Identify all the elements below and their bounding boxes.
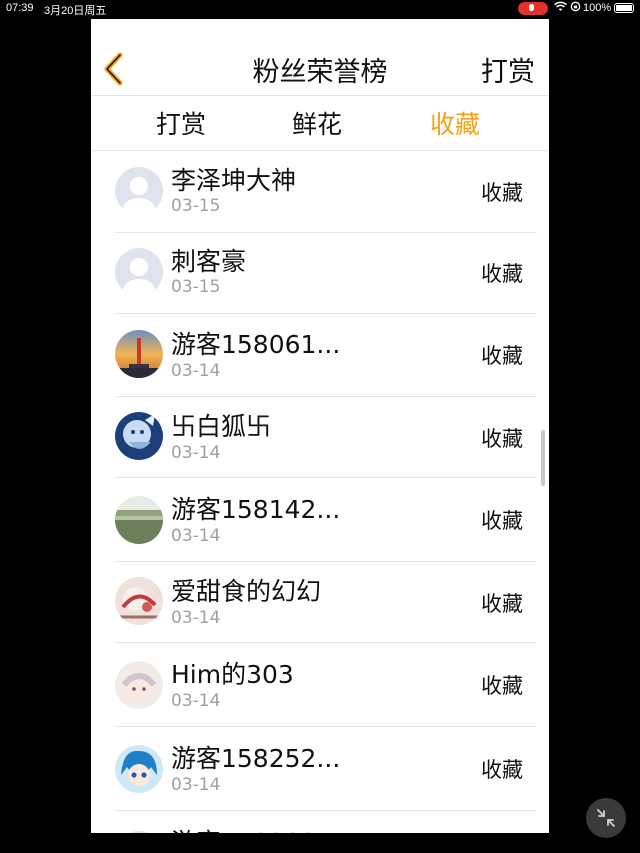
collapse-arrows-icon (597, 809, 615, 827)
list-item[interactable]: 游客158282 (91, 811, 549, 833)
list-item[interactable]: 游客158061... 03-14 收藏 (91, 313, 549, 397)
list-item[interactable]: 游客158142... 03-14 收藏 (91, 478, 549, 562)
fan-name: 游客158282 (171, 823, 316, 833)
fan-name: 游客158061... (171, 330, 341, 359)
tab-flowers[interactable]: 鲜花 (292, 105, 342, 141)
list-item[interactable]: 卐白狐卐 03-14 收藏 (91, 397, 549, 478)
fan-date: 03-14 (171, 526, 221, 546)
avatar (115, 167, 163, 215)
fan-date: 03-14 (171, 691, 221, 711)
list-item[interactable]: 爱甜食的幻幻 03-14 收藏 (91, 562, 549, 643)
minimize-button[interactable] (586, 798, 626, 838)
avatar (115, 248, 163, 296)
tab-favorites[interactable]: 收藏 (430, 105, 480, 141)
nav-bar: 粉丝荣誉榜 打赏 (91, 19, 549, 96)
avatar (115, 577, 163, 625)
avatar (115, 412, 163, 460)
scrollbar[interactable] (541, 430, 545, 486)
fan-date: 03-14 (171, 361, 221, 381)
status-bar: 07:39 3月20日周五 100% (0, 0, 640, 18)
avatar (115, 496, 163, 544)
avatar (115, 661, 163, 709)
fan-date: 03-15 (171, 277, 221, 297)
battery-icon (614, 3, 634, 13)
fan-date: 03-14 (171, 608, 221, 628)
avatar (115, 330, 163, 378)
wifi-icon (554, 1, 567, 15)
fan-name: 游客158252... (171, 744, 341, 773)
avatar (115, 745, 163, 793)
list-item[interactable]: 刺客豪 03-15 收藏 (91, 232, 549, 314)
status-time: 07:39 (6, 2, 34, 14)
fan-date: 03-14 (171, 775, 221, 795)
fan-action-label: 收藏 (481, 758, 523, 782)
fan-action-label: 收藏 (481, 674, 523, 698)
fan-action-label: 收藏 (481, 181, 523, 205)
tab-reward[interactable]: 打赏 (156, 105, 206, 141)
microphone-icon (518, 2, 548, 15)
fan-name: Him的303 (171, 660, 294, 689)
fan-name: 游客158142... (171, 495, 341, 524)
reward-button[interactable]: 打赏 (481, 50, 535, 89)
fan-name: 爱甜食的幻幻 (171, 577, 322, 606)
fan-action-label: 收藏 (481, 427, 523, 451)
list-item[interactable]: 李泽坤大神 03-15 收藏 (91, 151, 549, 233)
fan-action-label: 收藏 (481, 509, 523, 533)
fan-date: 03-14 (171, 443, 221, 463)
avatar (115, 831, 163, 833)
status-date: 3月20日周五 (44, 5, 107, 17)
fan-name: 李泽坤大神 (171, 166, 297, 195)
fan-date: 03-15 (171, 196, 221, 216)
list-item[interactable]: 游客158252... 03-14 收藏 (91, 727, 549, 811)
fan-action-label: 收藏 (481, 262, 523, 286)
fan-name: 刺客豪 (171, 247, 247, 276)
list-item[interactable]: Him的303 03-14 收藏 (91, 643, 549, 727)
fan-honor-panel: 粉丝荣誉榜 打赏 打赏 鲜花 收藏 李泽坤大神 03-15 收藏 刺客豪 03-… (91, 19, 549, 833)
fan-action-label: 收藏 (481, 344, 523, 368)
battery-percent: 100% (583, 2, 612, 14)
tab-bar: 打赏 鲜花 收藏 (91, 96, 549, 151)
rotation-lock-icon (570, 1, 581, 15)
fan-name: 卐白狐卐 (171, 412, 272, 441)
fan-action-label: 收藏 (481, 592, 523, 616)
